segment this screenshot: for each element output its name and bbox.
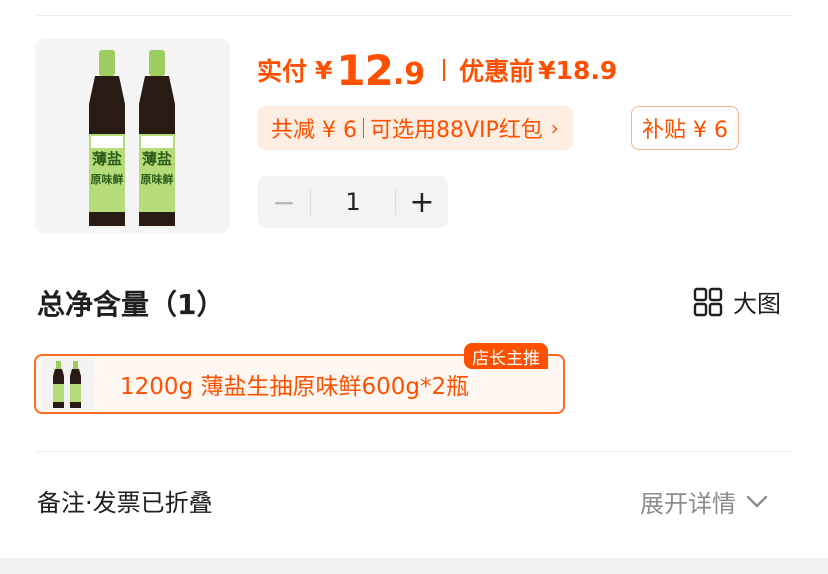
recommend-badge: 店长主推	[464, 343, 548, 369]
price-integer: 12	[336, 45, 393, 95]
chevron-right-icon: ›	[550, 116, 559, 140]
product-image[interactable]: 薄盐 原味鲜 薄盐 原味鲜	[35, 38, 230, 233]
original-price: ¥18.9	[538, 55, 618, 85]
discount-total: 共减 ¥ 6	[271, 118, 357, 143]
increase-button[interactable]: +	[396, 185, 448, 220]
remarks-label: 备注·发票已折叠	[37, 489, 213, 517]
svg-text:薄盐: 薄盐	[142, 150, 172, 168]
expand-details-label: 展开详情	[640, 490, 736, 518]
chevron-down-icon	[746, 495, 768, 507]
svg-text:薄盐: 薄盐	[92, 150, 122, 168]
bottle-left: 薄盐 原味鲜	[89, 50, 125, 226]
price-decimal: .9	[392, 56, 426, 92]
discount-tag[interactable]: 共减 ¥ 6 可选用88VIP红包 ›	[257, 106, 573, 150]
discount-separator	[362, 118, 364, 138]
large-image-toggle[interactable]: 大图	[693, 284, 781, 319]
currency-symbol: ¥	[315, 55, 333, 85]
bottom-band	[0, 558, 828, 574]
option-thumbnail	[42, 358, 94, 410]
price-separator	[443, 59, 446, 81]
expand-details-button[interactable]: 展开详情	[640, 484, 768, 519]
subsidy-label: 补贴 ¥ 6	[642, 118, 728, 143]
grid-icon	[693, 287, 723, 316]
price-row: 实付 ¥ 12 .9 优惠前 ¥18.9	[257, 40, 617, 100]
svg-text:原味鲜: 原味鲜	[91, 172, 124, 186]
top-divider	[36, 15, 792, 16]
original-price-label: 优惠前	[459, 57, 535, 86]
bottle-right: 薄盐 原味鲜	[139, 50, 175, 226]
option-label: 1200g 薄盐生抽原味鲜600g*2瓶	[120, 374, 470, 400]
spec-title: 总净含量（1）	[37, 288, 225, 321]
svg-text:原味鲜: 原味鲜	[141, 172, 174, 186]
decrease-button[interactable]: −	[258, 186, 310, 219]
quantity-stepper: − 1 +	[258, 176, 448, 228]
quantity-value[interactable]: 1	[311, 188, 395, 216]
section-divider	[36, 451, 792, 452]
large-image-label: 大图	[733, 290, 781, 318]
price-label: 实付	[257, 57, 308, 86]
subsidy-tag: 补贴 ¥ 6	[631, 106, 739, 150]
vip-coupon-link: 可选用88VIP红包	[369, 118, 543, 143]
